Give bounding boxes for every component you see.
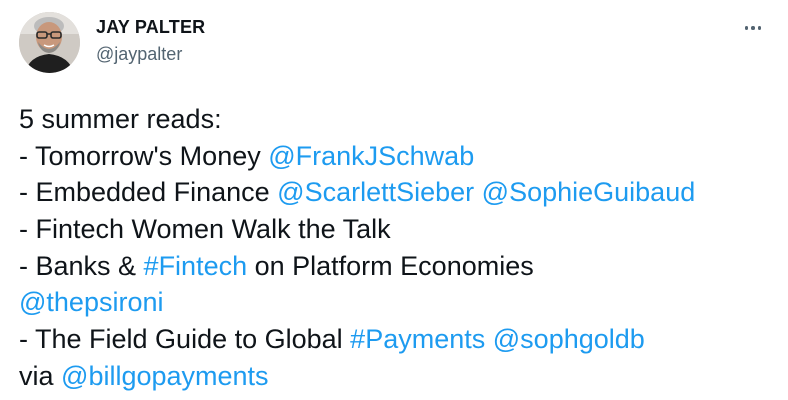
tweet-text-segment (474, 177, 482, 207)
mention-link[interactable]: @ScarlettSieber (277, 177, 474, 207)
more-dot (751, 26, 755, 30)
author-avatar[interactable] (19, 12, 80, 73)
avatar-photo (19, 12, 80, 73)
tweet-text: 5 summer reads: - Tomorrow's Money @Frank… (19, 101, 779, 395)
tweet-text-segment: on Platform Economies (247, 250, 534, 281)
tweet-text-segment (485, 324, 493, 354)
tweet-line: - Fintech Women Walk the Talk (19, 211, 779, 248)
mention-link[interactable]: @thepsironi (19, 287, 163, 317)
tweet-line: via @billgopayments (19, 358, 779, 395)
more-dot (744, 26, 749, 30)
mention-link[interactable]: @sophgoldb (493, 324, 645, 354)
hashtag-link[interactable]: #Fintech (144, 251, 248, 281)
tweet-line: - The Field Guide to Global #Payments @s… (19, 321, 779, 358)
mention-link[interactable]: @FrankJSchwab (268, 141, 474, 171)
more-dot (757, 26, 762, 30)
tweet-line: 5 summer reads: (19, 101, 779, 138)
author-handle[interactable]: @jaypalter (96, 44, 182, 65)
tweet-text-segment: - Tomorrow's Money (19, 140, 269, 171)
tweet-text-segment: - Banks & (19, 250, 144, 281)
tweet-text-segment: - The Field Guide to Global (19, 324, 351, 355)
tweet-text-segment: - Embedded Finance (19, 177, 278, 208)
tweet-text-segment: - Fintech Women Walk the Talk (19, 214, 391, 245)
tweet-line: - Tomorrow's Money @FrankJSchwab (19, 138, 779, 175)
tweet-card: JAY PALTER @jaypalter 5 summer reads: - T… (0, 0, 788, 400)
tweet-line: - Banks & #Fintech on Platform Economies (19, 248, 779, 285)
tweet-text-segment: 5 summer reads: (19, 104, 222, 134)
more-horizontal-icon[interactable] (736, 16, 770, 40)
mention-link[interactable]: @SophieGuibaud (482, 177, 696, 207)
tweet-text-segment: via (19, 360, 62, 391)
mention-link[interactable]: @billgopayments (61, 361, 269, 391)
author-name[interactable]: JAY PALTER (96, 17, 205, 38)
tweet-line: @thepsironi (19, 284, 779, 321)
tweet-line: - Embedded Finance @ScarlettSieber @Soph… (19, 174, 779, 211)
hashtag-link[interactable]: #Payments (350, 324, 485, 354)
